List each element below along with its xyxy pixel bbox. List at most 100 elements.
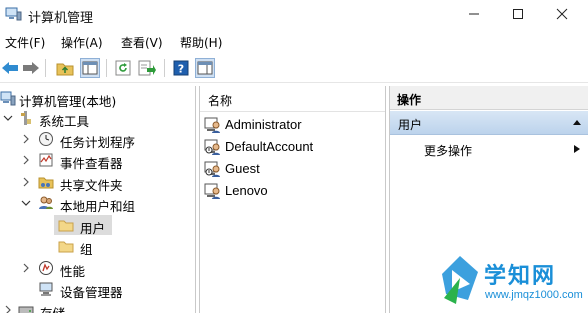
tree-item-task-scheduler[interactable]: 任务计划程序: [0, 129, 196, 150]
device-manager-icon: [39, 282, 53, 296]
chevron-right-icon: [23, 155, 29, 165]
refresh-icon: [115, 60, 131, 76]
list-item[interactable]: Guest: [204, 158, 384, 180]
tree-label-event-viewer: 事件查看器: [60, 156, 123, 171]
export-icon: [138, 60, 156, 76]
minimize-button[interactable]: [452, 0, 496, 28]
toolbar-separator: [164, 59, 165, 77]
computer-management-icon: [0, 91, 16, 106]
actions-section-label: 用户: [398, 118, 423, 132]
expand-caret[interactable]: [20, 197, 32, 209]
watermark: 学知网 www.jmqz1000.com: [438, 254, 588, 313]
tree-label-users: 用户: [80, 221, 106, 236]
tree-item-groups[interactable]: 组: [0, 236, 196, 257]
tree-label-shared-folders: 共享文件夹: [60, 178, 123, 193]
submenu-arrow-icon: [574, 145, 580, 153]
event-viewer-icon: [39, 153, 53, 167]
folder-up-icon: [56, 63, 74, 76]
actions-section-users[interactable]: 用户: [390, 111, 588, 135]
tree-label-system-tools: 系统工具: [39, 114, 90, 129]
show-action-pane-button[interactable]: [195, 58, 215, 78]
forward-arrow-icon: [23, 62, 39, 74]
user-account-icon: [204, 183, 220, 199]
chevron-right-icon: [23, 177, 29, 187]
expand-caret[interactable]: [20, 133, 32, 145]
list-item[interactable]: Lenovo: [204, 180, 384, 202]
tree-label-device-manager: 设备管理器: [60, 285, 123, 300]
minimize-icon: [469, 13, 479, 15]
toolbar: ?: [0, 53, 588, 83]
menu-help[interactable]: 帮助(H): [180, 34, 222, 51]
tree-item-device-manager[interactable]: 设备管理器: [0, 279, 196, 300]
tree-item-system-tools[interactable]: 系统工具: [0, 108, 196, 129]
tree-label-local-users-groups: 本地用户和组: [60, 199, 136, 214]
tree-label-groups: 组: [80, 242, 93, 257]
expand-caret[interactable]: [20, 154, 32, 166]
shared-folder-icon: [38, 177, 54, 189]
export-list-button[interactable]: [137, 58, 157, 78]
toolbar-separator: [106, 59, 107, 77]
performance-icon: [39, 261, 53, 275]
menu-view[interactable]: 查看(V): [121, 34, 163, 51]
users-group-icon: [39, 196, 53, 209]
chevron-down-icon: [3, 115, 13, 121]
more-actions-item[interactable]: 更多操作: [424, 142, 472, 159]
list-item[interactable]: DefaultAccount: [204, 136, 384, 158]
user-name: Administrator: [225, 117, 302, 132]
chevron-down-icon: [21, 200, 31, 206]
refresh-button[interactable]: [113, 58, 133, 78]
tree-label-performance: 性能: [60, 264, 86, 279]
forward-button[interactable]: [21, 58, 41, 78]
column-header-label: 名称: [208, 94, 233, 108]
expand-caret[interactable]: [20, 262, 32, 274]
chevron-right-icon: [23, 263, 29, 273]
tree-item-event-viewer[interactable]: 事件查看器: [0, 150, 196, 171]
menu-action[interactable]: 操作(A): [61, 34, 103, 51]
watermark-brand: 学知网: [484, 264, 557, 289]
menu-file[interactable]: 文件(F): [5, 34, 45, 51]
expand-caret[interactable]: [2, 112, 14, 124]
tree-label-storage: 存储: [40, 303, 65, 313]
maximize-button[interactable]: [496, 0, 540, 28]
expand-caret[interactable]: [2, 304, 14, 313]
chevron-right-icon: [5, 305, 11, 313]
folder-icon: [58, 220, 74, 232]
tree-label-task-scheduler: 任务计划程序: [60, 135, 136, 150]
toolbar-separator: [45, 59, 46, 77]
window-title: 计算机管理: [28, 11, 94, 26]
tree-item-storage[interactable]: 存储: [0, 300, 196, 313]
column-header-name[interactable]: 名称: [200, 86, 385, 112]
watermark-logo: [442, 256, 478, 304]
tree-item-local-users-groups[interactable]: 本地用户和组: [0, 193, 196, 214]
help-icon: ?: [173, 60, 189, 76]
back-arrow-icon: [2, 62, 18, 74]
close-button[interactable]: [540, 0, 584, 28]
watermark-url: www.jmqz1000.com: [485, 289, 583, 301]
user-list-pane: 名称 Administrator DefaultAccount Guest Le…: [199, 86, 386, 313]
collapse-caret-icon: [573, 120, 581, 125]
maximize-icon: [513, 9, 523, 19]
user-account-icon: [204, 161, 220, 177]
console-tree: 计算机管理(本地) 系统工具 任务计划程序 事件查看器 共享文件夹 本地用户和组…: [0, 86, 196, 313]
action-pane-icon: [197, 61, 213, 75]
tree-item-performance[interactable]: 性能: [0, 258, 196, 279]
show-hide-tree-button[interactable]: [80, 58, 100, 78]
title-bar: 计算机管理: [0, 0, 588, 30]
svg-text:?: ?: [178, 63, 184, 76]
clock-icon: [39, 132, 53, 146]
close-icon: [556, 8, 568, 20]
tree-item-users[interactable]: 用户: [0, 215, 196, 236]
up-folder-button[interactable]: [55, 58, 75, 78]
tools-icon: [21, 111, 31, 125]
list-item[interactable]: Administrator: [204, 114, 384, 136]
menu-bar: 文件(F) 操作(A) 查看(V) 帮助(H): [0, 30, 588, 52]
user-name: DefaultAccount: [225, 139, 314, 154]
help-button[interactable]: ?: [171, 58, 191, 78]
user-account-icon: [204, 117, 220, 133]
storage-icon: [18, 306, 34, 313]
console-tree-icon: [82, 61, 98, 75]
back-button[interactable]: [0, 58, 20, 78]
expand-caret[interactable]: [20, 176, 32, 188]
tree-item-shared-folders[interactable]: 共享文件夹: [0, 172, 196, 193]
tree-item-root[interactable]: 计算机管理(本地): [0, 88, 196, 109]
